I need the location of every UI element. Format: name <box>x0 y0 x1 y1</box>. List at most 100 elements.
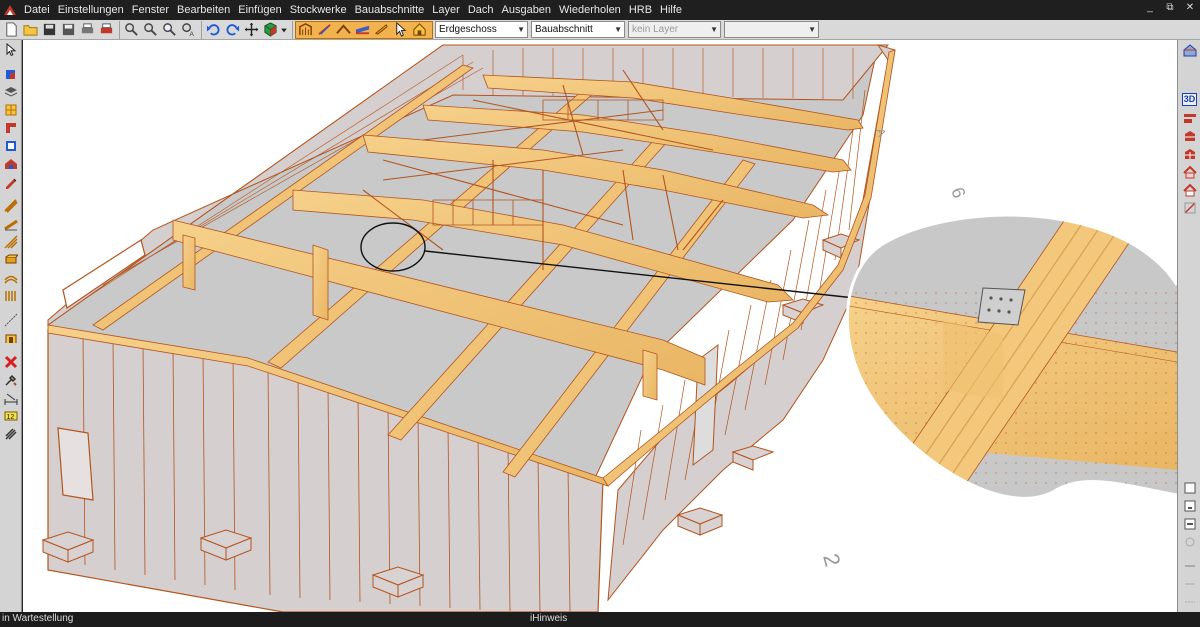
minimize-button[interactable]: _ <box>1144 2 1156 13</box>
hatch-tool[interactable] <box>1 425 21 442</box>
zoom-window-icon[interactable] <box>160 21 178 39</box>
floor-select-value: Erdgeschoss <box>439 24 497 35</box>
roof-properties-icon[interactable] <box>410 21 428 39</box>
menu-stockwerke[interactable]: Stockwerke <box>286 0 351 20</box>
roof-view-tool[interactable] <box>1179 163 1200 180</box>
column-tool[interactable] <box>1 119 21 136</box>
view-3d-tool[interactable]: 3D <box>1179 91 1200 108</box>
line-tool[interactable] <box>1 311 21 328</box>
rafter-tool[interactable] <box>1 215 21 232</box>
floor-view-tool[interactable] <box>1179 145 1200 162</box>
pointer-tool[interactable] <box>1 41 21 58</box>
frame-tool-1[interactable] <box>1179 479 1200 496</box>
front-door <box>57 427 94 501</box>
menu-hilfe[interactable]: Hilfe <box>656 0 686 20</box>
dimension-tool[interactable]: 12 <box>1 407 21 424</box>
detail-magnifier[interactable] <box>843 200 1177 530</box>
line-width-tool[interactable] <box>1179 575 1200 592</box>
print-icon[interactable] <box>78 21 96 39</box>
measure-icon <box>4 393 18 405</box>
purlin-icon <box>5 254 18 263</box>
chevron-down-icon: ▼ <box>710 25 718 34</box>
menu-wiederholen[interactable]: Wiederholen <box>555 0 625 20</box>
layer-select[interactable]: kein Layer ▼ <box>628 21 721 38</box>
edit-tool[interactable] <box>1 173 21 190</box>
zoom-in-icon[interactable] <box>122 21 140 39</box>
purlin-tool[interactable] <box>1 251 21 268</box>
room-tool[interactable] <box>1 137 21 154</box>
save-as-icon[interactable] <box>59 21 77 39</box>
delete-tool[interactable] <box>1 353 21 370</box>
frame-tool-3[interactable] <box>1179 515 1200 532</box>
frame-plus-icon <box>1184 518 1195 529</box>
section-view-tool[interactable] <box>1179 127 1200 144</box>
restore-button[interactable]: ⧉ <box>1164 2 1176 13</box>
modify-tool[interactable] <box>1 371 21 388</box>
section-select[interactable]: Bauabschnitt ▼ <box>531 21 625 38</box>
dropdown-arrow-icon[interactable] <box>280 21 288 39</box>
zoom-tool-group: A <box>122 20 202 39</box>
truss-tool[interactable] <box>1 233 21 250</box>
stud-tool[interactable] <box>1 287 21 304</box>
app-logo-icon[interactable] <box>2 2 18 18</box>
measure-tool[interactable] <box>1 389 21 406</box>
select-pointer-icon[interactable] <box>391 21 409 39</box>
menu-einfuegen[interactable]: Einfügen <box>234 0 285 20</box>
layer-select-value: kein Layer <box>632 24 679 35</box>
floor-select[interactable]: Erdgeschoss ▼ <box>435 21 528 38</box>
roof-tool[interactable] <box>1 155 21 172</box>
layers-tool[interactable] <box>1 83 21 100</box>
menu-dach[interactable]: Dach <box>464 0 498 20</box>
3d-cube-icon[interactable] <box>261 21 279 39</box>
hall-3d-model[interactable]: 6 2 A <box>23 40 1177 612</box>
save-icon[interactable] <box>40 21 58 39</box>
close-button[interactable]: ✕ <box>1184 2 1196 13</box>
delete-x-icon <box>4 355 18 368</box>
menu-bauabschnitte[interactable]: Bauabschnitte <box>351 0 429 20</box>
roof-edit-icon[interactable] <box>372 21 390 39</box>
window-tool[interactable] <box>1 101 21 118</box>
house-view-tool[interactable] <box>1179 41 1200 58</box>
pan-icon[interactable] <box>242 21 260 39</box>
frame-tool-2[interactable] <box>1179 497 1200 514</box>
line-type-tool[interactable] <box>1179 593 1200 610</box>
roof-surface-icon[interactable] <box>353 21 371 39</box>
stair-icon <box>5 334 17 343</box>
redo-icon[interactable] <box>223 21 241 39</box>
menu-fenster[interactable]: Fenster <box>128 0 173 20</box>
truss-icon <box>4 234 18 249</box>
room-icon <box>6 140 16 151</box>
open-folder-icon[interactable] <box>21 21 39 39</box>
undo-icon[interactable] <box>204 21 222 39</box>
menu-hrb[interactable]: HRB <box>625 0 656 20</box>
elevation-view-tool[interactable] <box>1179 181 1200 198</box>
3d-viewport[interactable]: 6 2 A <box>23 40 1177 612</box>
arch-tool[interactable] <box>1 269 21 286</box>
zoom-out-icon[interactable] <box>141 21 159 39</box>
extra-select[interactable]: ▼ <box>724 21 819 38</box>
zoom-all-icon[interactable]: A <box>179 21 197 39</box>
menu-ausgaben[interactable]: Ausgaben <box>498 0 556 20</box>
wall-tool[interactable] <box>1 65 21 82</box>
frame-copy-icon <box>1184 500 1195 511</box>
wall-view-tool[interactable] <box>1179 109 1200 126</box>
tools-icon <box>5 374 17 386</box>
new-file-icon[interactable] <box>2 21 20 39</box>
rafter-icon[interactable] <box>334 21 352 39</box>
menu-einstellungen[interactable]: Einstellungen <box>54 0 128 20</box>
stair-tool[interactable] <box>1 329 21 346</box>
menu-datei[interactable]: Datei <box>20 0 54 20</box>
menu-bearbeiten[interactable]: Bearbeiten <box>173 0 234 20</box>
orbit-tool[interactable] <box>1179 533 1200 550</box>
plan-view-tool[interactable] <box>1179 199 1200 216</box>
framing-tool-icon[interactable] <box>296 21 314 39</box>
beam-tool[interactable] <box>1 197 21 214</box>
window-controls: _ ⧉ ✕ <box>1144 2 1196 13</box>
left-toolbar: 12 <box>0 40 22 612</box>
line-style-tool[interactable] <box>1179 557 1200 574</box>
roof-beam-icon[interactable] <box>315 21 333 39</box>
print-preview-icon[interactable] <box>97 21 115 39</box>
menu-layer[interactable]: Layer <box>428 0 464 20</box>
chevron-down-icon: ▼ <box>517 25 525 34</box>
floor-view-icon <box>1184 148 1195 159</box>
